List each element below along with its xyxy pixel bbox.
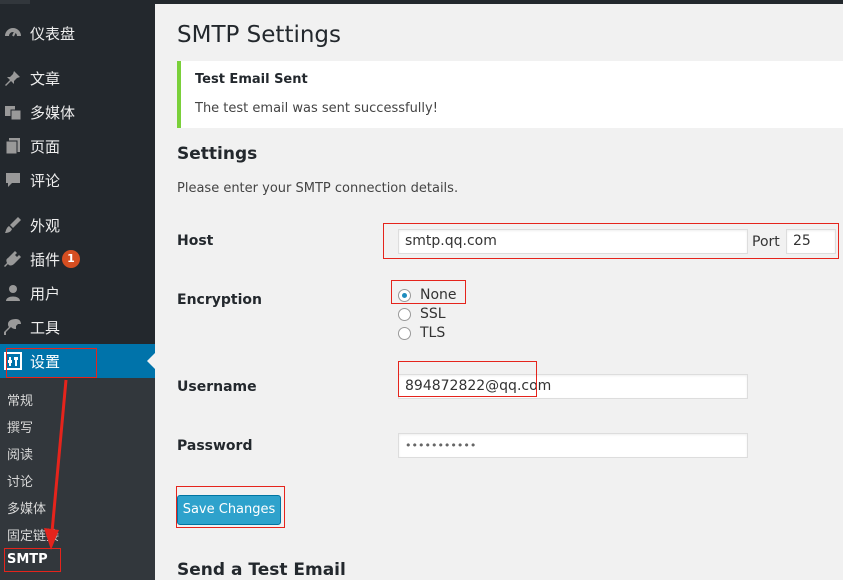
annotation-arrow-icon bbox=[44, 379, 68, 550]
